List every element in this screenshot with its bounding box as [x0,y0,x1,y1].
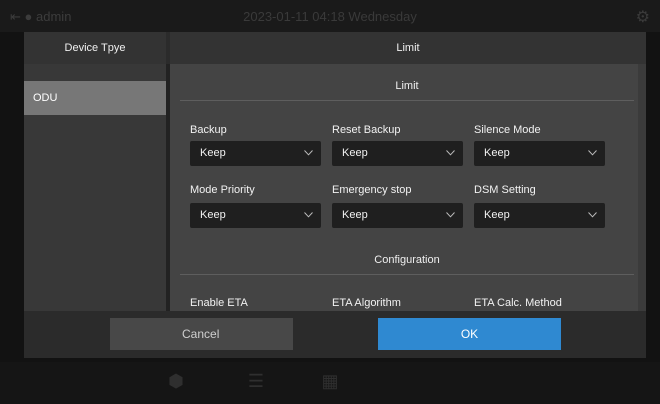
dsm-setting-label: DSM Setting [474,184,536,196]
calendar-icon: ▦ [321,371,339,391]
reset-backup-label: Reset Backup [332,124,401,136]
cancel-button[interactable]: Cancel [110,318,293,350]
scrollbar[interactable] [638,64,646,311]
dsm-setting-value: Keep [484,209,510,221]
mode-priority-select[interactable]: Keep [190,203,321,228]
eta-calc-method-label: ETA Calc. Method [474,297,562,309]
dsm-setting-select[interactable]: Keep [474,203,605,228]
dialog-footer: Cancel OK [24,311,646,358]
sidebar-title: Device Tpye [24,32,166,64]
settings-panel[interactable]: Limit Backup Keep Reset Backup Keep Sile… [170,64,646,311]
emergency-stop-select[interactable]: Keep [332,203,463,228]
backup-label: Backup [190,124,227,136]
chevron-down-icon [588,203,598,228]
section-divider [180,274,634,275]
dialog-title: Limit [170,32,646,64]
enable-eta-label: Enable ETA [190,297,248,309]
chevron-down-icon [446,203,456,228]
sidebar-item-odu[interactable]: ODU [24,81,166,115]
app-topbar: ⇤ ● admin 2023-01-11 04:18 Wednesday ⚙ [0,0,660,32]
ok-button[interactable]: OK [378,318,561,350]
eta-algorithm-label: ETA Algorithm [332,297,401,309]
reset-backup-select[interactable]: Keep [332,141,463,166]
chevron-down-icon [304,203,314,228]
list-icon: ☰ [247,371,265,391]
app-bottombar: ⬢ ☰ ▦ [0,362,660,404]
mode-priority-value: Keep [200,209,226,221]
backup-select[interactable]: Keep [190,141,321,166]
silence-mode-label: Silence Mode [474,124,541,136]
emergency-stop-value: Keep [342,209,368,221]
chevron-down-icon [588,141,598,166]
section-divider [180,100,634,101]
section-title-configuration: Configuration [374,254,440,266]
limit-dialog: Device Tpye Limit ODU Limit Backup Keep … [24,32,646,358]
chevron-down-icon [446,141,456,166]
section-title-limit: Limit [395,80,419,92]
chevron-down-icon [304,141,314,166]
home-icon: ⬢ [168,371,184,391]
gear-icon: ⚙ [635,9,650,26]
reset-backup-value: Keep [342,147,368,159]
mode-priority-label: Mode Priority [190,184,255,196]
silence-mode-select[interactable]: Keep [474,141,605,166]
silence-mode-value: Keep [484,147,510,159]
emergency-stop-label: Emergency stop [332,184,412,196]
backup-value: Keep [200,147,226,159]
device-type-list: ODU [24,64,166,311]
datetime-display: 2023-01-11 04:18 Wednesday [243,9,417,24]
